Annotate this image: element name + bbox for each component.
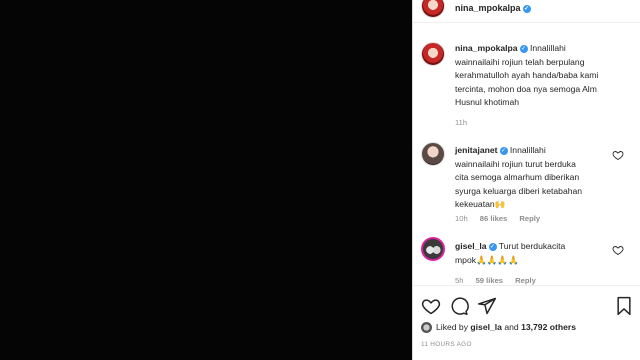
comment-likes[interactable]: 86 likes	[480, 214, 507, 223]
header-username[interactable]: nina_mpokalpa ✓	[455, 3, 531, 13]
caption-text: nina_mpokalpa ✓ Innalillahi wainnailaihi …	[455, 42, 635, 110]
caption-line: tercinta, mohon doa nya semoga Alm	[455, 83, 597, 94]
comment-line: wainnailaihi rojiun turut berduka	[455, 158, 576, 169]
comment-username[interactable]: gisel_la	[455, 241, 487, 251]
caption-line: Innalillahi	[529, 43, 566, 53]
likes-joiner: and	[504, 322, 519, 332]
reply-button[interactable]: Reply	[519, 214, 540, 223]
comment-line: mpok🙏🙏🙏🙏	[455, 254, 519, 265]
post-header: nina_mpokalpa ✓	[413, 0, 640, 23]
header-username-text[interactable]: nina_mpokalpa	[455, 3, 521, 13]
avatar[interactable]	[421, 0, 445, 18]
share-icon[interactable]	[477, 296, 497, 316]
comment-line: Turut berdukacita	[498, 241, 566, 251]
comment-line: syurga keluarga diberi ketabahan	[455, 185, 583, 196]
comment-time[interactable]: 5h	[455, 276, 463, 285]
bookmark-icon[interactable]	[615, 296, 633, 316]
verified-icon: ✓	[499, 146, 508, 155]
caption-time[interactable]: 11h	[455, 118, 467, 127]
caption-line: wainnailaihi rojiun telah berpulang	[455, 56, 585, 67]
heart-icon[interactable]	[612, 244, 624, 256]
comment-line: Innalillahi	[509, 145, 546, 155]
caption-line: Husnul khotimah	[455, 97, 520, 108]
verified-icon: ✓	[488, 242, 497, 251]
likes-summary[interactable]: Liked by gisel_la and 13,792 others	[421, 322, 576, 334]
verified-icon: ✓	[522, 4, 531, 13]
post-actions: Liked by gisel_la and 13,792 others 11 H…	[413, 285, 640, 360]
heart-icon[interactable]	[421, 296, 441, 316]
comment-time[interactable]: 10h	[455, 214, 468, 223]
post-side-panel: nina_mpokalpa ✓ nina_mpokalpa ✓ Innalillah…	[412, 0, 640, 360]
likes-user[interactable]: gisel_la	[470, 322, 502, 332]
verified-icon: ✓	[519, 44, 528, 53]
avatar[interactable]	[421, 237, 445, 261]
comment-icon[interactable]	[449, 296, 469, 316]
post-media-area[interactable]	[0, 0, 412, 360]
reply-button[interactable]: Reply	[515, 276, 536, 285]
comment-username[interactable]: jenitajanet	[455, 145, 498, 155]
post-time-ago[interactable]: 11 HOURS AGO	[421, 341, 472, 348]
comment-meta: 5h 59 likes Reply	[455, 276, 546, 285]
comment-line: cita semoga almarhum diberikan	[455, 172, 580, 183]
avatar[interactable]	[421, 142, 445, 166]
comment-likes[interactable]: 59 likes	[476, 276, 503, 285]
comment-meta: 10h 86 likes Reply	[455, 214, 550, 223]
likes-prefix: Liked by	[436, 322, 469, 332]
caption-username[interactable]: nina_mpokalpa	[455, 43, 518, 53]
likes-others[interactable]: 13,792 others	[521, 322, 576, 332]
caption-line: kerahmatulloh ayah handa/baba kami	[455, 70, 599, 81]
comment-line: kekeuatan🙌	[455, 199, 506, 210]
avatar	[421, 322, 432, 334]
caption-meta: 11h	[455, 118, 477, 127]
avatar[interactable]	[421, 42, 445, 66]
comment-text: gisel_la ✓ Turut berdukacita mpok🙏🙏🙏🙏	[455, 240, 615, 267]
comment-text: jenitajanet ✓ Innalillahi wainnailaihi ro…	[455, 144, 615, 212]
heart-icon[interactable]	[612, 149, 624, 161]
